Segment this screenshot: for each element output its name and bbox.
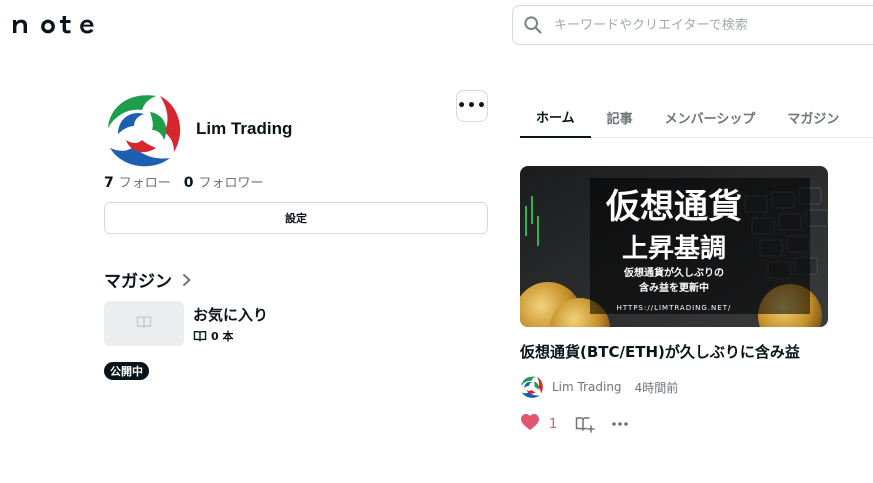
follower-label[interactable]: フォロワー xyxy=(199,172,264,191)
author-name[interactable]: Lim Trading xyxy=(552,380,622,394)
tab-membership[interactable]: メンバーシップ xyxy=(649,96,772,138)
article-actions: 1 xyxy=(520,413,629,435)
magazine-thumbnail[interactable] xyxy=(104,301,184,346)
post-time: 4時間前 xyxy=(634,380,679,395)
search-box[interactable] xyxy=(512,5,873,45)
follow-label[interactable]: フォロー xyxy=(119,172,171,191)
book-icon xyxy=(136,314,152,333)
settings-button[interactable]: 設定 xyxy=(104,202,488,234)
tab-magazine[interactable]: マガジン xyxy=(771,96,855,138)
profile-tabs: ホーム 記事 メンバーシップ マガジン xyxy=(520,96,873,138)
thumbnail-caption-1: 仮想通貨が久しぶりの xyxy=(623,266,724,279)
thumbnail-url: HTTPS://LIMTRADING.NET/ xyxy=(617,304,732,312)
like-button[interactable]: 1 xyxy=(520,413,557,435)
magazine-title[interactable]: お気に入り xyxy=(193,304,268,325)
follow-count[interactable]: 7 xyxy=(104,175,114,191)
like-count: 1 xyxy=(549,416,558,432)
author-avatar[interactable] xyxy=(520,375,544,399)
article-author[interactable]: Lim Trading 4時間前 xyxy=(520,375,678,399)
book-icon xyxy=(193,330,207,342)
article-thumbnail[interactable]: 仮想通貨 上昇基調 仮想通貨が久しぶりの 含み益を更新中 HTTPS://LIM… xyxy=(520,166,828,327)
magazine-count: 0 本 xyxy=(193,328,233,344)
heart-icon xyxy=(520,413,540,435)
add-to-magazine-icon[interactable] xyxy=(575,415,596,433)
chevron-right-icon xyxy=(182,273,192,287)
magazine-count-text: 0 本 xyxy=(211,330,234,343)
more-options-button[interactable]: ••• xyxy=(456,90,488,122)
follower-count[interactable]: 0 xyxy=(184,175,194,191)
more-icon[interactable] xyxy=(611,421,629,427)
search-input[interactable] xyxy=(554,17,854,33)
magazine-heading[interactable]: マガジン xyxy=(104,267,192,292)
search-icon xyxy=(523,15,543,35)
avatar[interactable] xyxy=(104,90,184,170)
thumbnail-caption-2: 含み益を更新中 xyxy=(639,281,709,294)
thumbnail-headline: 仮想通貨 xyxy=(605,187,742,227)
thumbnail-subheadline: 上昇基調 xyxy=(622,233,726,264)
follow-stats: 7 フォロー 0 フォロワー xyxy=(104,172,264,191)
status-badge: 公開中 xyxy=(104,362,149,380)
tab-home[interactable]: ホーム xyxy=(520,96,591,138)
tab-articles[interactable]: 記事 xyxy=(591,96,649,138)
note-logo[interactable]: note xyxy=(11,9,111,39)
article-title[interactable]: 仮想通貨(BTC/ETH)が久しぶりに含み益 xyxy=(520,341,800,362)
magazine-heading-label: マガジン xyxy=(104,272,172,292)
profile-name[interactable]: Lim Trading xyxy=(196,119,292,139)
